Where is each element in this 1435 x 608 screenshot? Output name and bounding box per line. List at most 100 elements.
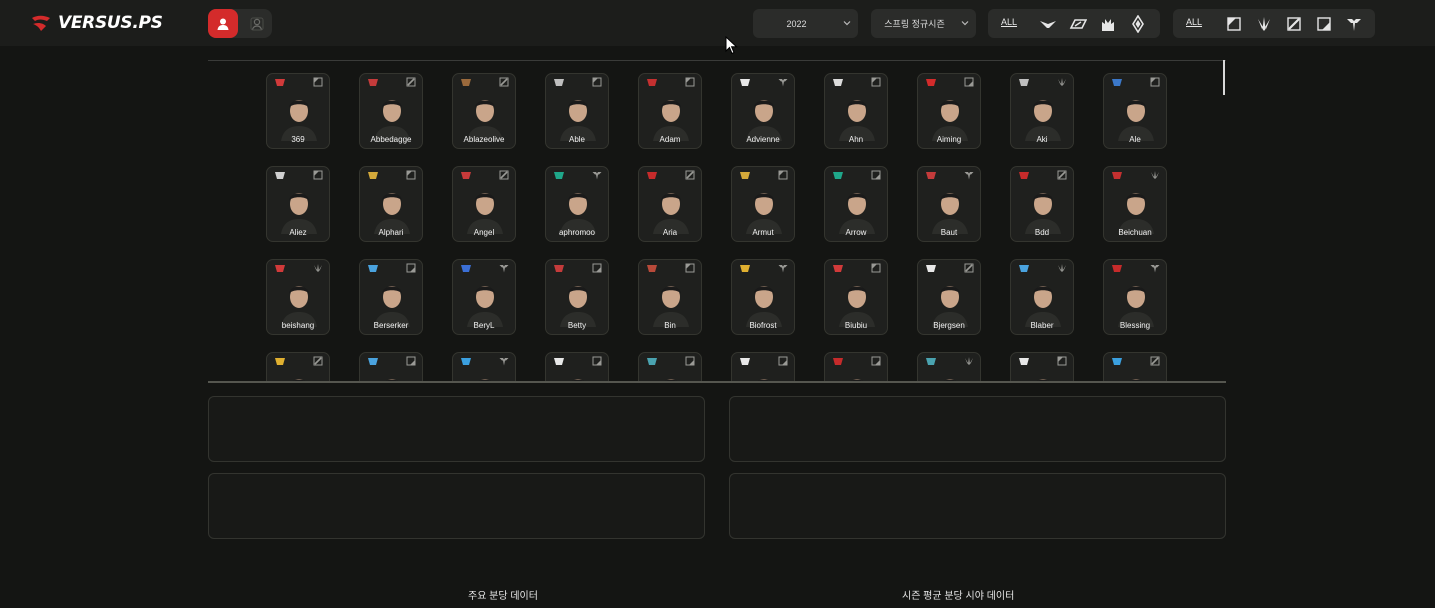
- player-card[interactable]: [1010, 352, 1074, 382]
- player-card[interactable]: Blessing: [1103, 259, 1167, 335]
- divider-top: [208, 60, 1226, 61]
- player-card[interactable]: [824, 352, 888, 382]
- player-photo: [653, 193, 689, 234]
- player-photo: [560, 286, 596, 327]
- player-card[interactable]: aphromoo: [545, 166, 609, 242]
- player-photo: [374, 193, 410, 234]
- player-photo: [560, 100, 596, 141]
- bot-position-icon: [871, 356, 881, 366]
- player-name: Baut: [940, 228, 958, 237]
- player-card[interactable]: 369: [266, 73, 330, 149]
- stat-panel-1: [208, 396, 705, 462]
- player-card[interactable]: [917, 352, 981, 382]
- player-card[interactable]: Abbedagge: [359, 73, 423, 149]
- scrollbar-thumb[interactable]: [1223, 60, 1225, 95]
- player-card[interactable]: Aria: [638, 166, 702, 242]
- player-card[interactable]: [359, 352, 423, 382]
- player-card[interactable]: Alphari: [359, 166, 423, 242]
- player-photo: [374, 100, 410, 141]
- lpl-icon[interactable]: [1129, 15, 1147, 33]
- team-logo-icon: [554, 358, 564, 365]
- top-position-icon: [871, 263, 881, 273]
- player-card[interactable]: Ale: [1103, 73, 1167, 149]
- player-card[interactable]: [266, 352, 330, 382]
- year-select[interactable]: 2022: [753, 9, 858, 38]
- chevron-down-icon: [843, 21, 851, 26]
- team-logo-icon: [1019, 79, 1029, 86]
- player-photo: [1128, 379, 1144, 382]
- player-card[interactable]: Angel: [452, 166, 516, 242]
- player-card[interactable]: Armut: [731, 166, 795, 242]
- player-photo: [560, 193, 596, 234]
- support-icon[interactable]: [1345, 15, 1363, 33]
- player-card[interactable]: Ahn: [824, 73, 888, 149]
- player-card[interactable]: beishang: [266, 259, 330, 335]
- mid-icon[interactable]: [1285, 15, 1303, 33]
- position-filter-all[interactable]: ALL: [1186, 17, 1202, 27]
- player-card[interactable]: Adam: [638, 73, 702, 149]
- season-select[interactable]: 스프링 정규시즌: [871, 9, 976, 38]
- player-mode-button[interactable]: [208, 9, 238, 38]
- player-name: Blaber: [1030, 321, 1054, 330]
- player-card[interactable]: Able: [545, 73, 609, 149]
- player-name: Adam: [659, 135, 681, 144]
- player-photo: [756, 379, 772, 382]
- team-logo-icon: [1019, 265, 1029, 272]
- lec-icon[interactable]: [1039, 15, 1057, 33]
- top-icon[interactable]: [1225, 15, 1243, 33]
- mouse-cursor-icon: [725, 36, 738, 55]
- player-card[interactable]: Bjergsen: [917, 259, 981, 335]
- player-name: Ahn: [848, 135, 864, 144]
- league-filter-all[interactable]: ALL: [1001, 17, 1017, 27]
- player-card[interactable]: Berserker: [359, 259, 423, 335]
- player-card[interactable]: [638, 352, 702, 382]
- bot-icon[interactable]: [1315, 15, 1333, 33]
- player-name: Aiming: [936, 135, 962, 144]
- player-photo: [839, 100, 875, 141]
- player-name: Bdd: [1034, 228, 1050, 237]
- player-card[interactable]: [452, 352, 516, 382]
- player-photo: [467, 100, 503, 141]
- lcs-icon[interactable]: [1069, 15, 1087, 33]
- team-logo-icon: [1112, 358, 1122, 365]
- jungle-icon[interactable]: [1255, 15, 1273, 33]
- stat-panel-4: [729, 473, 1226, 539]
- logo[interactable]: VERSUS.PS: [30, 12, 163, 34]
- team-mode-button[interactable]: [242, 9, 272, 38]
- player-name: Betty: [567, 321, 587, 330]
- player-card[interactable]: Biofrost: [731, 259, 795, 335]
- player-name: beishang: [281, 321, 315, 330]
- player-photo: [663, 379, 679, 382]
- player-card[interactable]: Biubiu: [824, 259, 888, 335]
- player-card[interactable]: [731, 352, 795, 382]
- player-name: Berserker: [373, 321, 409, 330]
- team-logo-icon: [275, 172, 285, 179]
- team-logo-icon: [368, 79, 378, 86]
- player-name: 369: [291, 135, 305, 144]
- player-card[interactable]: Aki: [1010, 73, 1074, 149]
- bot-position-icon: [871, 170, 881, 180]
- player-name: BeryL: [473, 321, 495, 330]
- player-card[interactable]: Baut: [917, 166, 981, 242]
- team-logo-icon: [740, 358, 750, 365]
- player-card[interactable]: Bdd: [1010, 166, 1074, 242]
- player-card[interactable]: Bin: [638, 259, 702, 335]
- player-card[interactable]: Blaber: [1010, 259, 1074, 335]
- player-card[interactable]: Ablazeolive: [452, 73, 516, 149]
- player-name: Ale: [1129, 135, 1141, 144]
- player-card[interactable]: Aiming: [917, 73, 981, 149]
- player-photo: [467, 193, 503, 234]
- player-card[interactable]: [545, 352, 609, 382]
- team-logo-icon: [275, 79, 285, 86]
- stat-panel-2: [729, 396, 1226, 462]
- player-card[interactable]: BeryL: [452, 259, 516, 335]
- team-logo-icon: [740, 79, 750, 86]
- player-card[interactable]: Arrow: [824, 166, 888, 242]
- player-card[interactable]: Advienne: [731, 73, 795, 149]
- player-card[interactable]: [1103, 352, 1167, 382]
- lck-icon[interactable]: [1099, 15, 1117, 33]
- player-card[interactable]: Beichuan: [1103, 166, 1167, 242]
- player-card[interactable]: Aliez: [266, 166, 330, 242]
- player-card[interactable]: Betty: [545, 259, 609, 335]
- player-name: Biofrost: [749, 321, 777, 330]
